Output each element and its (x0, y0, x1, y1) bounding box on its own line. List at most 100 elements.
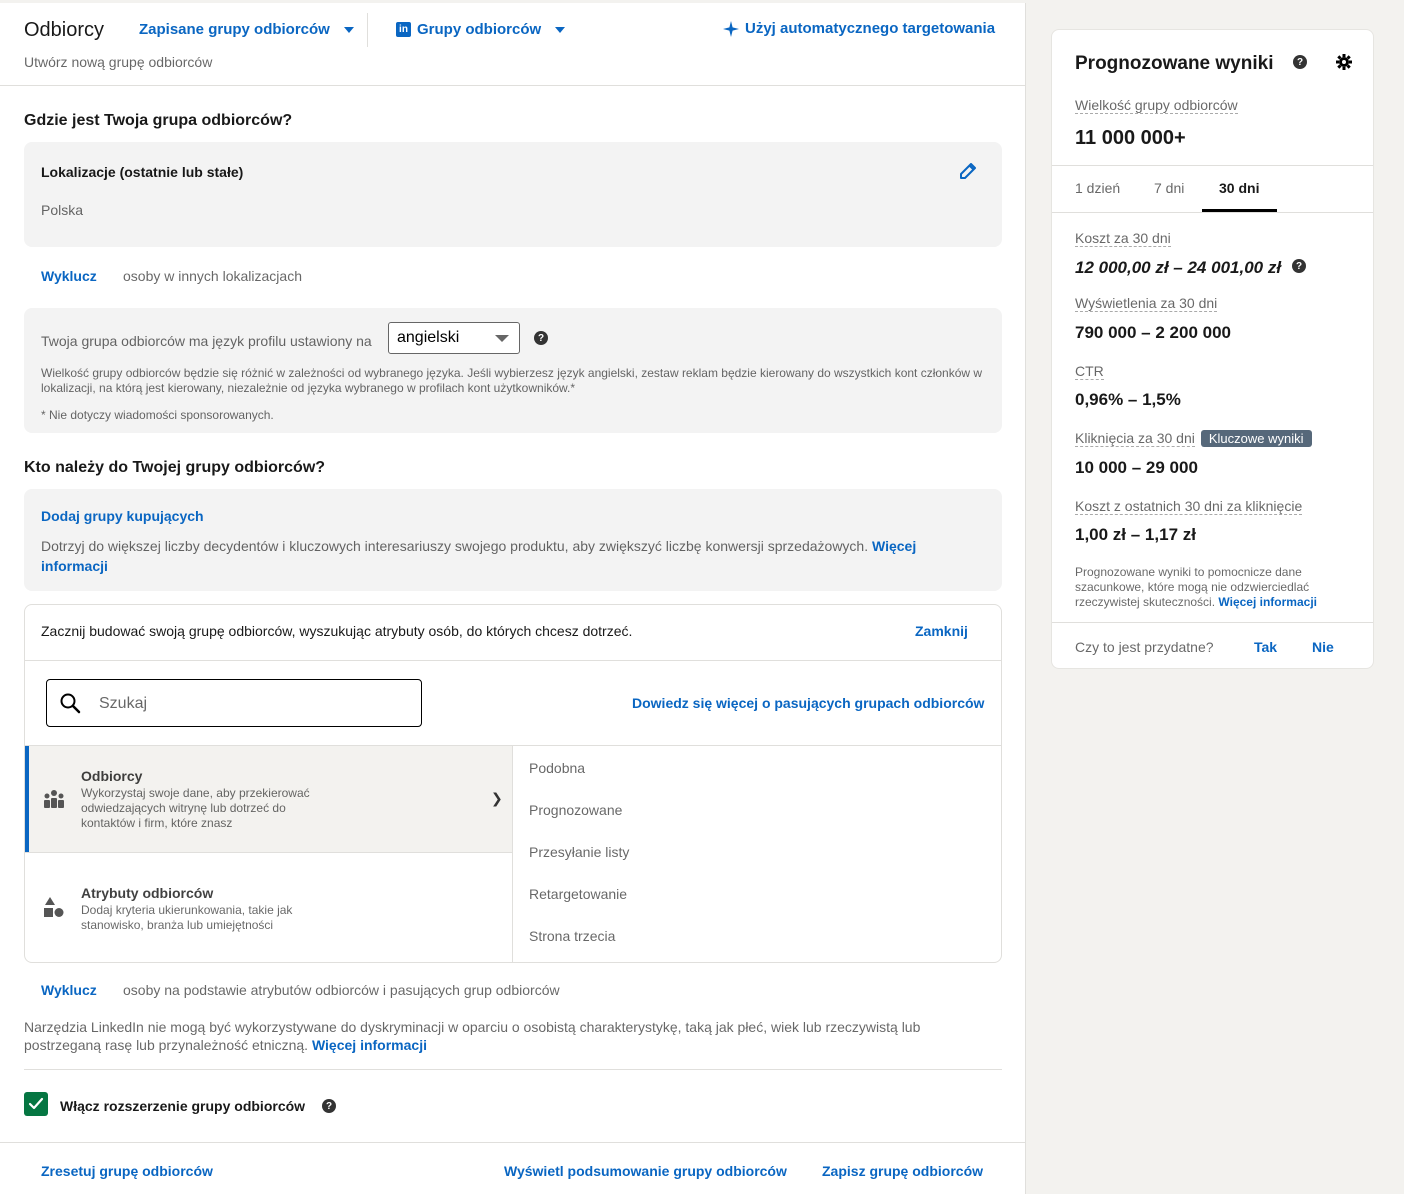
search-input[interactable]: Szukaj (46, 679, 422, 727)
category-title: Odbiorcy (81, 768, 143, 784)
buyer-groups-desc: Dotrzyj do większej liczby decydentów i … (41, 538, 869, 554)
buyer-groups-text: Dotrzyj do większej liczby decydentów i … (41, 536, 981, 576)
close-builder-link[interactable]: Zamknij (915, 623, 968, 639)
groups-label: Grupy odbiorców (417, 21, 542, 38)
divider (0, 85, 1026, 86)
key-results-badge: Kluczowe wyniki (1200, 430, 1312, 447)
forecast-column: Prognozowane wyniki ? Wielkość grupy odb… (1027, 3, 1404, 1194)
subitem-retargeting[interactable]: Retargetowanie (529, 886, 627, 902)
location-box-title: Lokalizacje (ostatnie lub stałe) (41, 164, 244, 180)
language-label: Twoja grupa odbiorców ma język profilu u… (41, 333, 372, 349)
divider (1052, 165, 1373, 166)
subitem-list-upload[interactable]: Przesyłanie listy (529, 844, 629, 860)
size-label: Wielkość grupy odbiorców (1075, 97, 1238, 114)
category-desc: Dodaj kryteria ukierunkowania, takie jak… (81, 903, 293, 932)
help-icon[interactable]: ? (1292, 259, 1306, 273)
size-value: 11 000 000+ (1075, 127, 1186, 149)
cost-label: Koszt za 30 dni (1075, 230, 1171, 247)
gear-icon[interactable] (1336, 54, 1352, 70)
exclude-attributes-text: osoby na podstawie atrybutów odbiorców i… (123, 982, 560, 998)
groups-dropdown[interactable]: in Grupy odbiorców (396, 21, 566, 38)
help-icon[interactable]: ? (322, 1099, 336, 1113)
location-heading: Gdzie jest Twoja grupa odbiorców? (24, 112, 293, 129)
category-audience-attributes[interactable]: Atrybuty odbiorców Dodaj kryteria ukieru… (25, 853, 512, 962)
caret-down-icon (555, 26, 566, 33)
impressions-label-wrap: Wyświetlenia za 30 dni (1075, 295, 1218, 313)
disclaimer-text: Narzędzia LinkedIn nie mogą być wykorzys… (24, 1019, 921, 1053)
divider (1052, 212, 1373, 213)
category-title: Atrybuty odbiorców (81, 885, 214, 901)
saved-groups-dropdown[interactable]: Zapisane grupy odbiorców (139, 21, 354, 38)
category-audiences[interactable]: Odbiorcy Wykorzystaj swoje dane, aby prz… (25, 746, 512, 852)
save-audience-button[interactable]: Zapisz grupę odbiorców (822, 1163, 983, 1179)
divider (367, 13, 368, 47)
linkedin-icon: in (396, 22, 411, 37)
exclude-attributes-link[interactable]: Wyklucz (41, 982, 97, 998)
divider (24, 1069, 1002, 1070)
view-summary-button[interactable]: Wyświetl podsumowanie grupy odbiorców (504, 1163, 787, 1179)
expansion-label: Włącz rozszerzenie grupy odbiorców (60, 1098, 306, 1114)
search-placeholder: Szukaj (99, 695, 148, 712)
helpful-yes-button[interactable]: Tak (1254, 639, 1277, 655)
category-desc: Wykorzystaj swoje dane, aby przekierować… (81, 786, 310, 830)
impressions-value: 790 000 – 2 200 000 (1075, 323, 1231, 342)
cpc-value: 1,00 zł – 1,17 zł (1075, 525, 1196, 544)
cpc-label: Koszt z ostatnich 30 dni za kliknięcie (1075, 498, 1303, 515)
caret-down-icon (495, 335, 509, 342)
ctr-label-wrap: CTR (1075, 363, 1104, 381)
search-icon (60, 693, 81, 714)
tab-7-days[interactable]: 7 dni (1154, 180, 1184, 196)
cpc-label-wrap: Koszt z ostatnich 30 dni za kliknięcie (1075, 498, 1303, 516)
help-icon[interactable]: ? (1293, 55, 1307, 69)
location-box: Lokalizacje (ostatnie lub stałe) Polska (24, 142, 1002, 247)
language-selected: angielski (397, 329, 460, 346)
caret-down-icon (343, 26, 354, 33)
reset-audience-button[interactable]: Zresetuj grupę odbiorców (41, 1163, 213, 1179)
divider (512, 746, 513, 962)
expansion-checkbox[interactable] (24, 1092, 48, 1116)
tab-30-days[interactable]: 30 dni (1219, 180, 1259, 196)
auto-targeting-label: Użyj automatycznego targetowania (745, 20, 996, 37)
builder-intro: Zacznij budować swoją grupę odbiorców, w… (41, 623, 633, 639)
add-buyer-groups-link[interactable]: Dodaj grupy kupujących (41, 508, 204, 524)
disclaimer: Narzędzia LinkedIn nie mogą być wykorzys… (24, 1018, 984, 1054)
more-info-link[interactable]: Więcej informacji (1218, 595, 1317, 609)
help-icon[interactable]: ? (534, 331, 548, 345)
buyer-groups-box: Dodaj grupy kupujących Dotrzyj do większ… (24, 489, 1002, 591)
checkmark-icon (28, 1097, 44, 1110)
learn-more-link[interactable]: Dowiedz się więcej o pasujących grupach … (632, 695, 984, 711)
language-note: Wielkość grupy odbiorców będzie się różn… (41, 366, 983, 395)
people-icon (44, 790, 64, 808)
clicks-value: 10 000 – 29 000 (1075, 458, 1198, 477)
ctr-label: CTR (1075, 363, 1104, 380)
size-label-wrap: Wielkość grupy odbiorców (1075, 97, 1238, 115)
language-footnote: * Nie dotyczy wiadomości sponsorowanych. (41, 408, 274, 422)
chevron-right-icon: ❯ (491, 790, 503, 806)
impressions-label: Wyświetlenia za 30 dni (1075, 295, 1218, 312)
clicks-label: Kliknięcia za 30 dni (1075, 430, 1195, 447)
clicks-label-wrap: Kliknięcia za 30 dni Kluczowe wyniki (1075, 430, 1312, 448)
subitem-similar[interactable]: Podobna (529, 760, 585, 776)
page-title: Odbiorcy (24, 19, 105, 41)
exclude-location-text: osoby w innych lokalizacjach (123, 268, 302, 284)
who-heading: Kto należy do Twojej grupy odbiorców? (24, 459, 326, 476)
helpful-question: Czy to jest przydatne? (1075, 639, 1214, 655)
location-value: Polska (41, 202, 84, 218)
divider (1052, 622, 1373, 623)
edit-pencil-icon[interactable] (960, 163, 976, 179)
helpful-no-button[interactable]: Nie (1312, 639, 1334, 655)
audience-builder: Zacznij budować swoją grupę odbiorców, w… (24, 604, 1002, 963)
page-subtitle: Utwórz nową grupę odbiorców (24, 54, 213, 70)
auto-targeting-button[interactable]: Użyj automatycznego targetowania (723, 20, 995, 37)
tab-1-day[interactable]: 1 dzień (1075, 180, 1120, 196)
ctr-value: 0,96% – 1,5% (1075, 390, 1181, 409)
saved-groups-label: Zapisane grupy odbiorców (139, 21, 330, 38)
divider (0, 1142, 1026, 1143)
subitem-third-party[interactable]: Strona trzecia (529, 928, 615, 944)
subitem-predictive[interactable]: Prognozowane (529, 802, 622, 818)
cost-label-wrap: Koszt za 30 dni (1075, 230, 1171, 248)
language-select[interactable]: angielski (388, 322, 520, 354)
more-info-link[interactable]: Więcej informacji (312, 1037, 427, 1053)
forecast-title: Prognozowane wyniki (1075, 53, 1274, 74)
exclude-location-link[interactable]: Wyklucz (41, 268, 97, 284)
